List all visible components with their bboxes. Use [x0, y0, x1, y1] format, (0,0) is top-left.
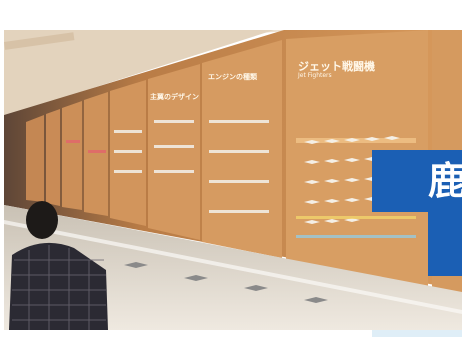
jet-fighters-subtitle: Jet Fighters	[298, 72, 332, 79]
banner-character: 鹿	[428, 158, 462, 203]
blue-banner-lower	[428, 212, 462, 276]
wing-design-title: 主翼のデザイン	[150, 93, 199, 101]
light-strip	[372, 330, 462, 337]
engine-types-title: エンジンの種類	[208, 73, 257, 81]
